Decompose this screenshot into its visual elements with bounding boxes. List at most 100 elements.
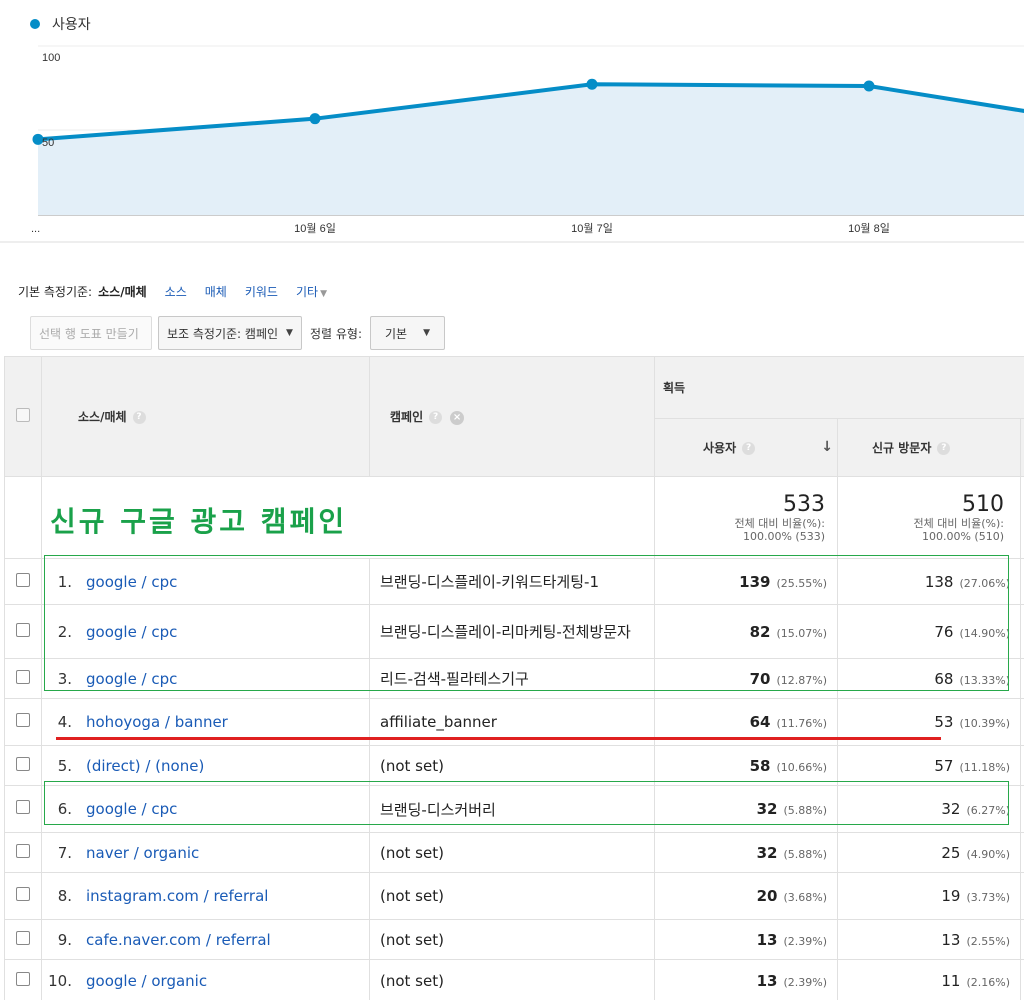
primary-dimension-label: 기본 측정기준: bbox=[18, 285, 93, 299]
table-row[interactable]: 9. cafe.naver.com / referral (not set) 13 (2… bbox=[4, 919, 1024, 960]
campaign-cell: 브랜딩-디스커버리 bbox=[369, 785, 655, 833]
source-medium-link[interactable]: hohoyoga / banner bbox=[86, 713, 228, 731]
source-medium-link[interactable]: cafe.naver.com / referral bbox=[86, 931, 271, 949]
header-new-users-label: 신규 방문자 bbox=[872, 441, 932, 455]
new-users-value: 32 bbox=[941, 800, 961, 818]
new-users-percent: (27.06%) bbox=[959, 576, 1010, 590]
table-row[interactable]: 7. naver / organic (not set) 32 (5.88%) 25 (4.… bbox=[4, 832, 1024, 873]
header-source-medium[interactable]: 소스/매체? bbox=[41, 356, 370, 477]
dimension-link-medium[interactable]: 매체 bbox=[205, 283, 227, 300]
row-checkbox[interactable] bbox=[16, 930, 30, 945]
campaign-name: (not set) bbox=[380, 843, 444, 862]
users-cell: 20 (3.68%) bbox=[654, 872, 838, 920]
users-value: 20 bbox=[756, 887, 778, 905]
row-checkbox[interactable] bbox=[16, 622, 30, 637]
dimension-link-other[interactable]: 기타 ▼ bbox=[296, 283, 327, 300]
new-users-cell: 32 (6.27%) bbox=[837, 785, 1021, 833]
help-icon[interactable]: ? bbox=[429, 411, 443, 424]
plot-rows-button[interactable]: 선택 행 도표 만들기 bbox=[30, 316, 152, 350]
table-row[interactable]: 10. google / organic (not set) 13 (2.39%) 11 (… bbox=[4, 959, 1024, 1000]
header-acquisition-group: 획득 bbox=[653, 356, 1024, 419]
table-row[interactable]: 8. instagram.com / referral (not set) 20 (3.… bbox=[4, 872, 1024, 920]
help-icon[interactable]: ? bbox=[742, 442, 756, 455]
source-medium-link[interactable]: google / cpc bbox=[86, 573, 177, 591]
new-users-cell: 57 (11.18%) bbox=[837, 745, 1021, 786]
row-checkbox[interactable] bbox=[16, 669, 30, 684]
help-icon[interactable]: ? bbox=[132, 411, 146, 424]
row-select-cell[interactable] bbox=[4, 604, 42, 659]
data-point[interactable] bbox=[309, 113, 321, 125]
remove-dimension-icon[interactable]: × bbox=[450, 410, 465, 425]
row-checkbox[interactable] bbox=[16, 972, 30, 986]
table-row[interactable]: 5. (direct) / (none) (not set) 58 (10.66%) 57… bbox=[4, 745, 1024, 786]
row-number: 6. bbox=[57, 800, 72, 818]
row-number: 2. bbox=[57, 622, 72, 641]
row-checkbox[interactable] bbox=[16, 572, 30, 587]
chart-legend[interactable]: 사용자 bbox=[30, 14, 91, 34]
sort-desc-icon[interactable]: ↓ bbox=[821, 439, 833, 455]
new-users-value: 13 bbox=[941, 930, 961, 949]
header-new-users[interactable]: 신규 방문자? bbox=[837, 418, 1021, 477]
header-campaign[interactable]: 캠페인? × bbox=[369, 356, 655, 477]
source-medium-link[interactable]: instagram.com / referral bbox=[86, 887, 268, 905]
data-point[interactable] bbox=[863, 80, 875, 92]
total-new-users-sub2: 100.00% (510) bbox=[921, 530, 1004, 543]
table-row[interactable]: 3. google / cpc 리드-검색-필라테스기구 70 (12.87%) 68 (1… bbox=[4, 658, 1024, 699]
table-row[interactable]: 6. google / cpc 브랜딩-디스커버리 32 (5.88%) 32 (6.27%… bbox=[4, 785, 1024, 833]
source-medium-link[interactable]: naver / organic bbox=[86, 844, 199, 862]
row-select-cell[interactable] bbox=[4, 832, 42, 873]
source-medium-link[interactable]: google / cpc bbox=[86, 623, 177, 641]
header-users[interactable]: 사용자? ↓ bbox=[654, 418, 838, 477]
row-select-cell[interactable] bbox=[4, 658, 42, 699]
row-select-cell[interactable] bbox=[4, 919, 42, 960]
users-value: 64 bbox=[749, 713, 771, 731]
row-number: 4. bbox=[57, 713, 72, 731]
users-chart: 100 50 ... 10월 6일 10월 7일 10월 8일 사용자 bbox=[0, 0, 1024, 245]
row-select-cell[interactable] bbox=[4, 698, 42, 746]
users-cell: 32 (5.88%) bbox=[654, 832, 838, 873]
dimension-link-other-label: 기타 bbox=[295, 285, 319, 299]
table-body: 1. google / cpc 브랜딩-디스플레이-키워드타게팅-1 139 (25.5… bbox=[4, 558, 1024, 1000]
row-select-cell[interactable] bbox=[4, 959, 42, 1000]
table-row[interactable]: 2. google / cpc 브랜딩-디스플레이-리마케팅-전체방문자 82 (15.… bbox=[4, 604, 1024, 659]
row-checkbox[interactable] bbox=[16, 713, 30, 727]
data-point[interactable] bbox=[586, 78, 598, 90]
help-icon[interactable]: ? bbox=[937, 442, 951, 455]
row-select-cell[interactable] bbox=[4, 745, 42, 786]
red-underline bbox=[56, 737, 941, 740]
header-campaign-label: 캠페인 bbox=[390, 410, 424, 424]
source-medium-link[interactable]: google / cpc bbox=[86, 670, 177, 688]
new-users-percent: (2.55%) bbox=[966, 934, 1010, 948]
users-percent: (12.87%) bbox=[776, 673, 827, 687]
row-number: 3. bbox=[57, 669, 72, 688]
totals-overflow bbox=[1019, 476, 1024, 559]
overflow-cell bbox=[1019, 872, 1024, 920]
campaign-cell: (not set) bbox=[369, 919, 655, 960]
dimension-link-source[interactable]: 소스 bbox=[165, 283, 187, 300]
source-medium-link[interactable]: google / cpc bbox=[86, 800, 177, 818]
total-users-sub1: 전체 대비 비율(%): bbox=[734, 517, 825, 530]
row-checkbox[interactable] bbox=[16, 887, 30, 901]
totals-users: 533 전체 대비 비율(%): 100.00% (533) bbox=[654, 476, 838, 559]
overflow-cell bbox=[1019, 832, 1024, 873]
source-cell: 6. google / cpc bbox=[41, 785, 370, 833]
source-medium-link[interactable]: google / organic bbox=[86, 972, 207, 990]
row-select-cell[interactable] bbox=[4, 558, 42, 605]
source-medium-link[interactable]: (direct) / (none) bbox=[86, 757, 204, 775]
campaign-cell: 브랜딩-디스플레이-키워드타게팅-1 bbox=[369, 558, 655, 605]
legend-label: 사용자 bbox=[52, 17, 91, 33]
row-checkbox[interactable] bbox=[16, 756, 30, 771]
secondary-dimension-dropdown[interactable]: 보조 측정기준: 캠페인 ▼ bbox=[158, 316, 302, 350]
row-checkbox[interactable] bbox=[16, 843, 30, 858]
row-select-cell[interactable] bbox=[4, 872, 42, 920]
campaign-name: (not set) bbox=[380, 887, 444, 905]
dimension-link-keyword[interactable]: 키워드 bbox=[245, 283, 278, 300]
total-new-users-value: 510 bbox=[962, 492, 1004, 517]
table-row[interactable]: 1. google / cpc 브랜딩-디스플레이-키워드타게팅-1 139 (25.5… bbox=[4, 558, 1024, 605]
select-all-cell[interactable] bbox=[4, 356, 42, 477]
row-select-cell[interactable] bbox=[4, 785, 42, 833]
row-checkbox[interactable] bbox=[16, 800, 30, 814]
select-all-checkbox[interactable] bbox=[16, 408, 30, 422]
sort-type-dropdown[interactable]: 기본 ▼ bbox=[370, 316, 446, 350]
users-cell: 13 (2.39%) bbox=[654, 919, 838, 960]
